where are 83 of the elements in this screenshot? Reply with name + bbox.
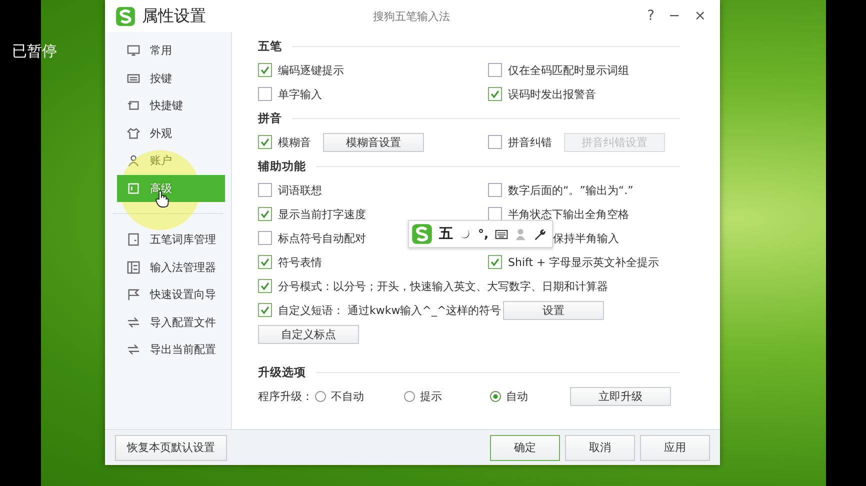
punctuation-toggle[interactable]: °, [478, 227, 489, 241]
option-label: Shift + 字母显示英文补全提示 [508, 254, 660, 270]
close-button[interactable]: × [690, 8, 710, 24]
option-label: 数字后面的“。”输出为“.” [508, 182, 634, 198]
dialog-button[interactable]: 确定 [490, 434, 560, 460]
checkbox[interactable] [258, 231, 272, 245]
monitor-icon [127, 44, 140, 58]
checkbox[interactable] [488, 87, 502, 101]
keyboard-icon[interactable] [494, 228, 508, 240]
option-label: 拼音纠错 [508, 134, 552, 150]
option-label: 显示当前打字速度 [278, 206, 366, 222]
keyboard-icon [127, 72, 140, 85]
section-title: 升级选项 [258, 364, 306, 380]
radio-button[interactable] [315, 390, 326, 402]
settings-button[interactable]: 模糊音设置 [323, 132, 424, 152]
app-name: 搜狗五笔输入法 [373, 8, 450, 24]
checkbox[interactable] [258, 135, 272, 149]
radio-button[interactable] [404, 390, 415, 402]
help-button[interactable]: ? [643, 8, 659, 24]
checkbox[interactable] [488, 255, 502, 269]
dialog-button[interactable]: 取消 [565, 434, 635, 460]
option-label: 半角状态下输出全角空格 [508, 206, 629, 222]
upgrade-button[interactable]: 立即升级 [570, 386, 671, 406]
section-title: 辅助功能 [258, 158, 306, 174]
option-label: 符号表情 [278, 254, 322, 270]
option-label: 编码逐键提示 [278, 62, 344, 78]
radio-button[interactable] [490, 390, 501, 402]
wrench-icon[interactable] [532, 228, 546, 240]
checkbox[interactable] [258, 279, 272, 293]
panel-icon [127, 260, 140, 274]
section-title: 五笔 [258, 38, 282, 54]
input-mode-toggle[interactable]: 五 [439, 225, 453, 243]
pause-status: 已暂停 [12, 42, 57, 61]
option-label: 不自动 [331, 388, 364, 404]
window-title: 属性设置 [142, 6, 206, 26]
option-label: 单字输入 [278, 86, 322, 102]
swap-icon [127, 343, 140, 356]
sidebar-item[interactable]: 导入配置文件 [117, 308, 225, 336]
option-label: 分号模式：以分号；开头，快速输入英文、大写数字、日期和计算器 [278, 278, 608, 294]
checkbox[interactable] [488, 183, 502, 197]
sidebar-item[interactable]: 快捷键 [117, 92, 225, 120]
sidebar-item[interactable]: 快速设置向导 [117, 281, 225, 308]
window-icon [127, 182, 140, 195]
logo-icon [115, 6, 136, 26]
sidebar-item[interactable]: 输入法管理器 [117, 254, 225, 281]
flag-icon [127, 288, 140, 302]
sidebar-item[interactable]: 导出当前配置 [117, 336, 225, 364]
option-label: 自定义短语： 通过kwkw输入^_^这样的符号 [278, 302, 502, 318]
section-title: 拼音 [258, 110, 282, 126]
option-label: 模糊音 [278, 134, 311, 150]
user-icon[interactable] [514, 228, 527, 240]
user-icon [127, 154, 140, 168]
minimize-button[interactable]: − [664, 8, 684, 24]
option-label: 词语联想 [278, 182, 322, 198]
checkbox[interactable] [258, 255, 272, 269]
checkbox[interactable] [258, 303, 272, 317]
checkbox[interactable] [488, 63, 502, 77]
sidebar-item[interactable]: 五笔词库管理 [117, 226, 225, 254]
option-label: 标点符号自动配对 [278, 230, 366, 246]
sidebar-item[interactable]: 常用 [117, 37, 225, 64]
settings-button[interactable]: 自定义标点 [258, 324, 359, 344]
checkbox[interactable] [258, 87, 272, 101]
moon-icon[interactable] [459, 228, 472, 240]
swap-icon [127, 316, 140, 329]
checkbox[interactable] [258, 207, 272, 221]
option-label: 仅在全码匹配时显示词组 [508, 62, 629, 78]
dialog-button[interactable]: 应用 [640, 434, 710, 460]
shirt-icon [127, 126, 140, 140]
checkbox[interactable] [258, 63, 272, 77]
option-label: 保持半角输入 [553, 230, 619, 246]
logo-icon [411, 223, 433, 245]
option-label: 提示 [420, 388, 442, 404]
reset-button[interactable]: 恢复本页默认设置 [115, 434, 227, 460]
shortcut-icon [127, 99, 140, 112]
option-label: 自动 [506, 388, 528, 404]
option-label: 误码时发出报警音 [508, 86, 596, 102]
sidebar-item[interactable]: 外观 [117, 120, 225, 147]
sidebar-item[interactable]: 按键 [117, 64, 225, 92]
checkbox[interactable] [488, 135, 502, 149]
checkbox[interactable] [488, 207, 502, 221]
checkbox[interactable] [258, 183, 272, 197]
option-label: 程序升级： [258, 388, 313, 404]
settings-button[interactable]: 设置 [503, 300, 604, 320]
